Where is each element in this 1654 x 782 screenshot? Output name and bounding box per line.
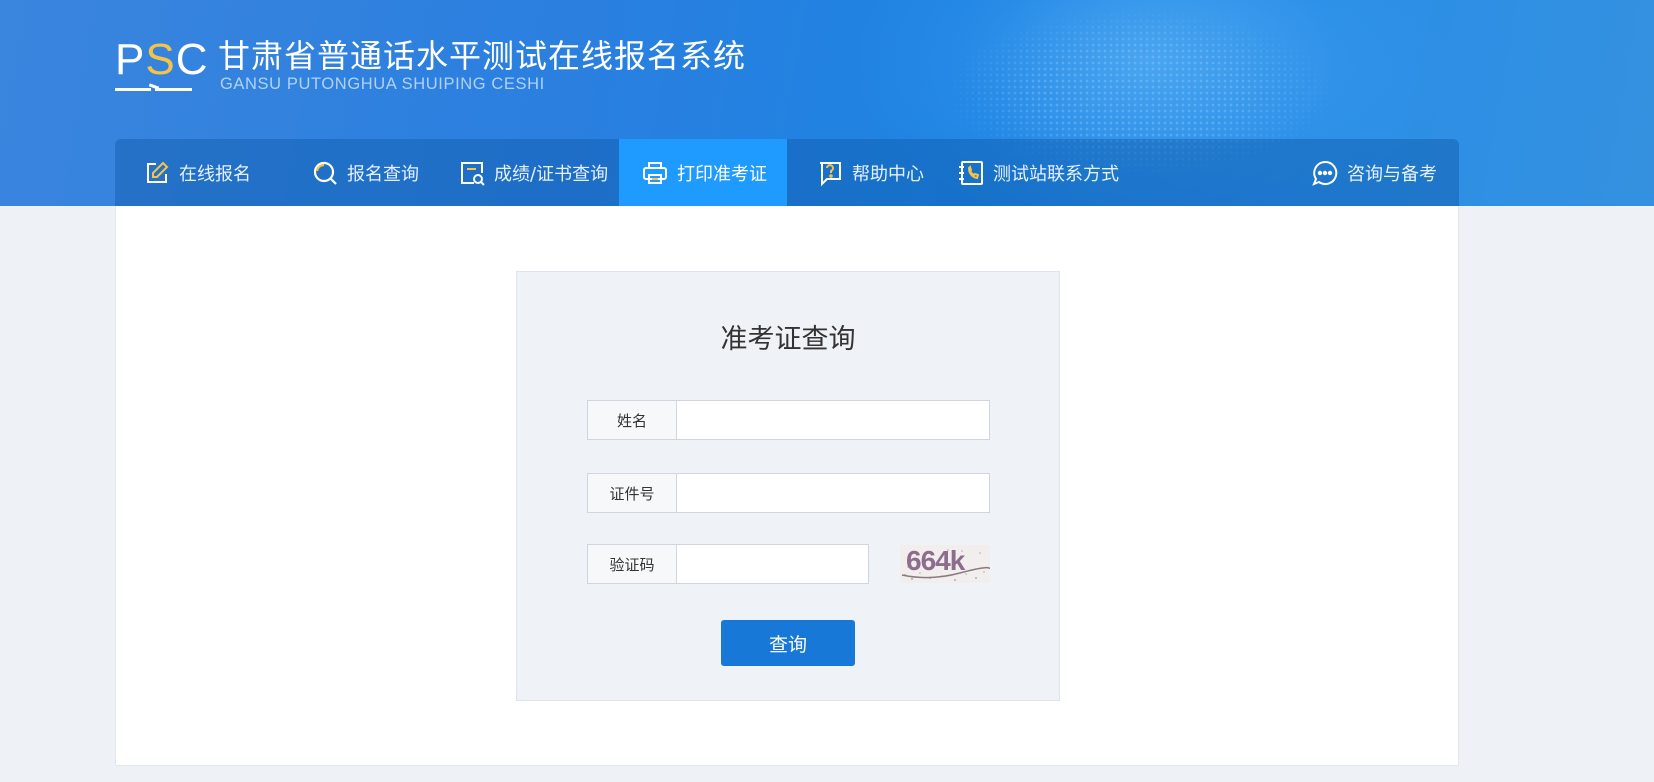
nav-label: 打印准考证	[677, 163, 767, 185]
id-number-input[interactable]	[677, 473, 990, 513]
logo-letter-p: P	[115, 35, 146, 84]
logo-letter-s: S	[145, 35, 176, 84]
psc-logo: PSC	[115, 38, 208, 96]
logo-letters: PSC	[115, 38, 209, 82]
nav-item-online-registration[interactable]: 在线报名	[143, 139, 251, 206]
captcha-image[interactable]: 664k	[900, 545, 990, 583]
chat-icon	[1311, 159, 1339, 187]
captcha-label: 验证码	[587, 544, 677, 584]
contact-phone-icon	[957, 159, 985, 187]
captcha-text: 664k	[906, 545, 966, 576]
document-search-icon	[458, 159, 486, 187]
site-title: 甘肃省普通话水平测试在线报名系统	[218, 37, 747, 75]
edit-icon	[143, 159, 171, 187]
printer-icon	[641, 159, 669, 187]
captcha-input[interactable]	[677, 544, 869, 584]
admission-ticket-query-panel: 准考证查询 姓名 证件号 验证码 664k 查询	[516, 271, 1060, 701]
nav-label: 帮助中心	[852, 163, 924, 185]
main-content: 准考证查询 姓名 证件号 验证码 664k 查询	[115, 206, 1459, 766]
main-nav: 在线报名 报名查询 成绩/证书查询 打印准考证 帮助中心 测试站联系方式 咨询与…	[115, 139, 1459, 206]
nav-label: 在线报名	[179, 163, 251, 185]
help-icon	[816, 159, 844, 187]
logo-letter-c: C	[175, 35, 209, 84]
nav-item-print-admission-ticket[interactable]: 打印准考证	[619, 139, 787, 206]
nav-item-consult-prepare[interactable]: 咨询与备考	[1311, 139, 1437, 206]
query-button[interactable]: 查询	[721, 620, 855, 666]
nav-item-score-certificate-query[interactable]: 成绩/证书查询	[458, 139, 608, 206]
name-label: 姓名	[587, 400, 677, 440]
name-field-row: 姓名	[587, 400, 990, 440]
nav-label: 咨询与备考	[1347, 163, 1437, 185]
id-number-field-row: 证件号	[587, 473, 990, 513]
captcha-field-row: 验证码	[587, 544, 869, 584]
id-number-label: 证件号	[587, 473, 677, 513]
nav-label: 测试站联系方式	[993, 163, 1119, 185]
site-subtitle: GANSU PUTONGHUA SHUIPING CESHI	[220, 75, 545, 93]
site-header: PSC 甘肃省普通话水平测试在线报名系统 GANSU PUTONGHUA SHU…	[0, 0, 1654, 206]
nav-item-test-station-contact[interactable]: 测试站联系方式	[957, 139, 1119, 206]
nav-label: 成绩/证书查询	[494, 163, 609, 185]
name-input[interactable]	[677, 400, 990, 440]
nav-label: 报名查询	[347, 163, 419, 185]
nav-item-registration-query[interactable]: 报名查询	[311, 139, 419, 206]
search-icon	[311, 159, 339, 187]
nav-item-help-center[interactable]: 帮助中心	[816, 139, 924, 206]
logo-underline	[115, 83, 192, 94]
panel-title: 准考证查询	[720, 324, 856, 355]
